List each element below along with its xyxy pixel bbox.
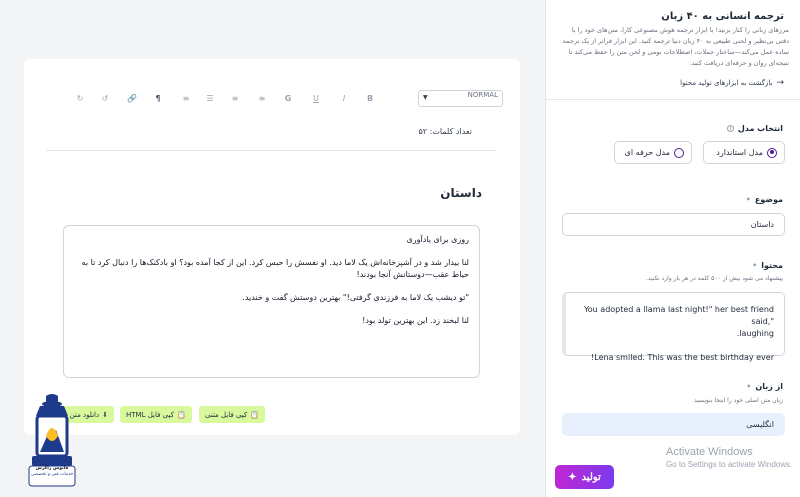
arrow-left-icon: → (776, 78, 784, 88)
link-icon[interactable]: 🔗 (126, 93, 138, 105)
sparkle-icon: ✦ (568, 471, 577, 483)
topic-label: موضوع • (746, 195, 783, 204)
topic-label-text: موضوع (754, 195, 783, 204)
from-language-label: از زبان • (746, 382, 783, 391)
underline-icon[interactable]: U (310, 93, 322, 105)
copy-html-button[interactable]: 📋 کپی فایل HTML (120, 406, 192, 423)
story-paragraph: لنا بیدار شد و در آشپزخانه‌اش یک لاما دی… (81, 258, 469, 279)
clipboard-icon: 📋 (250, 410, 259, 419)
activate-windows-subtitle: Go to Settings to activate Windows. (666, 460, 793, 469)
model-pro-radio[interactable]: مدل حرفه ای (614, 141, 692, 164)
heading-select[interactable]: ▼ NORMAL (418, 90, 503, 107)
strikethrough-icon[interactable]: G (282, 93, 294, 105)
logo-caption: فانوس زاگرس خدمات فنی و تخصصی (30, 466, 74, 478)
info-icon[interactable]: i (726, 125, 734, 132)
required-mark: • (752, 261, 758, 270)
italic-icon[interactable]: I (338, 93, 350, 105)
clipboard-icon: 📋 (176, 410, 186, 419)
copy-html-label: کپی فایل HTML (126, 410, 174, 419)
download-icon: ⬇ (102, 410, 108, 419)
model-standard-radio[interactable]: مدل استاندارد (703, 141, 785, 164)
required-mark: • (745, 195, 751, 204)
back-link-label: بازگشت به ابزارهای تولید محتوا (680, 79, 773, 87)
word-count: تعداد کلمات: ۵۲ (418, 127, 473, 136)
model-pro-label: مدل حرفه ای (624, 148, 670, 157)
tool-title: ترجمه انسانی به ۴۰ زبان (661, 11, 784, 22)
content-hint: پیشنهاد می شود بیش از ۵۰۰ کلمه در هر بار… (645, 275, 783, 282)
model-label-text: انتخاب مدل (737, 124, 783, 133)
content-line: !Lena smiled. This was the best birthday… (591, 353, 774, 362)
chevron-down-icon: ▼ (423, 94, 428, 101)
model-label: انتخاب مدل i (726, 124, 783, 133)
bullet-list-icon[interactable]: ≡ (180, 93, 192, 105)
story-title: داستان (440, 186, 482, 200)
divider (46, 150, 497, 151)
generate-label: تولید (581, 471, 601, 483)
tool-description: مرزهای زبانی را کنار بزنید! با ابزار ترج… (562, 26, 789, 67)
back-link[interactable]: → بازگشت به ابزارهای تولید محتوا (680, 78, 784, 88)
content-textarea[interactable]: You adopted a llama last night!" her bes… (562, 292, 785, 362)
bold-icon[interactable]: B (364, 93, 376, 105)
radio-selected-icon (767, 147, 777, 158)
content-label: محتوا • (752, 261, 783, 270)
story-paragraph: لنا لبخند زد. این بهترین تولد بود! (362, 316, 469, 325)
rtl-direction-icon[interactable]: ¶ (152, 93, 164, 105)
tool-header: ترجمه انسانی به ۴۰ زبان مرزهای زبانی را … (546, 0, 800, 100)
story-paragraph: روزی برای یادآوری (406, 235, 470, 244)
logo-tagline: خدمات فنی و تخصصی (30, 472, 74, 477)
content-label-text: محتوا (761, 261, 783, 270)
heading-select-value: NORMAL (467, 91, 498, 99)
copy-text-label: کپی فایل متنی (205, 410, 248, 419)
align-right-icon[interactable]: ≡ (256, 93, 268, 105)
from-language-input[interactable]: انگلیسی (562, 413, 785, 436)
undo-icon[interactable]: ↺ (99, 93, 111, 105)
numbered-list-icon[interactable]: ☰ (204, 93, 216, 105)
activate-windows-title: Activate Windows (666, 446, 753, 458)
story-text-area[interactable]: روزی برای یادآوری لنا بیدار شد و در آشپز… (63, 225, 480, 378)
editor-toolbar: ↻ ↺ 🔗 ¶ ≡ ☰ ≡ ≡ G U I B ▼ NORMAL (70, 89, 503, 111)
copy-text-button[interactable]: 📋 کپی فایل متنی (199, 406, 265, 423)
content-line: .laughing (736, 329, 774, 338)
from-language-hint: زبان متن اصلی خود را اینجا بنویسید (693, 397, 783, 404)
story-paragraph: "تو دیشب یک لاما به فرزندی گرفتی!" بهتری… (242, 293, 469, 302)
topic-input[interactable]: داستان (562, 213, 785, 236)
content-line: You adopted a llama last night!" her bes… (583, 305, 774, 326)
editor-card: ↻ ↺ 🔗 ¶ ≡ ☰ ≡ ≡ G U I B ▼ NORMAL تعداد ک… (24, 59, 520, 435)
settings-panel: ترجمه انسانی به ۴۰ زبان مرزهای زبانی را … (545, 0, 800, 497)
align-center-icon[interactable]: ≡ (229, 93, 241, 105)
model-standard-label: مدل استاندارد (716, 148, 763, 157)
radio-empty-icon (674, 147, 684, 158)
generate-button[interactable]: تولید ✦ (555, 465, 614, 489)
from-language-label-text: از زبان (755, 382, 783, 391)
required-mark: • (746, 382, 752, 391)
redo-icon[interactable]: ↻ (74, 93, 86, 105)
